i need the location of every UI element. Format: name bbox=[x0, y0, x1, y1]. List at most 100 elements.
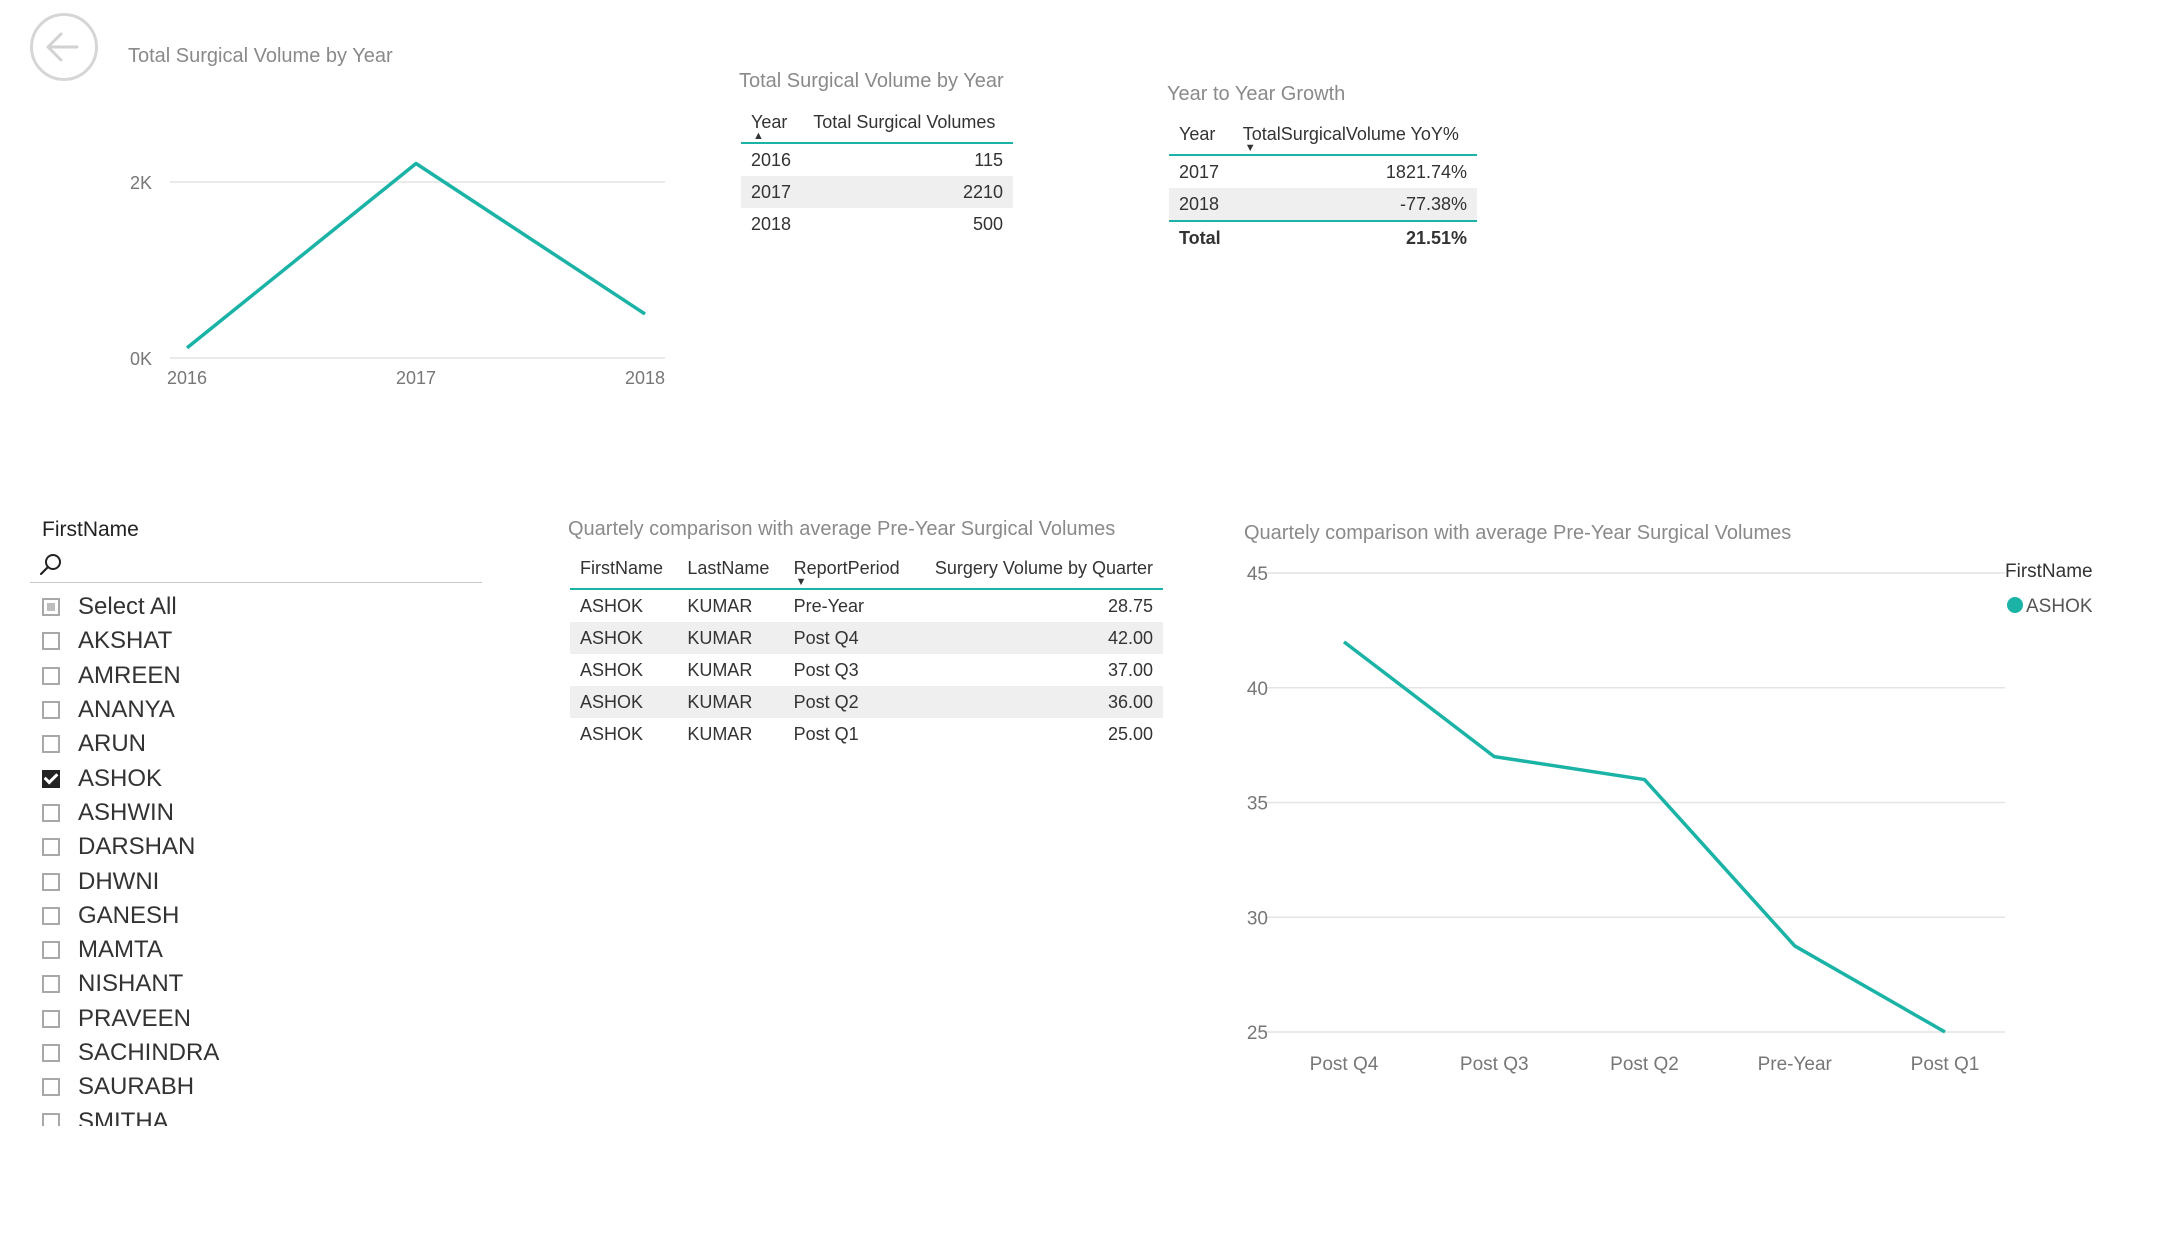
slicer-item[interactable]: SMITHA bbox=[42, 1104, 442, 1126]
slicer-item[interactable]: SACHINDRA bbox=[42, 1036, 442, 1070]
series-line bbox=[185, 161, 646, 350]
slicer-item[interactable]: PRAVEEN bbox=[42, 1002, 442, 1036]
slicer-item[interactable]: MAMTA bbox=[42, 933, 442, 967]
slicer-item[interactable]: ASHWIN bbox=[42, 796, 442, 830]
checkbox[interactable] bbox=[42, 701, 60, 720]
x-tick-label: 2016 bbox=[167, 368, 207, 388]
table-row[interactable]: 2017 2210 bbox=[741, 176, 1013, 208]
cell-volume: 115 bbox=[974, 149, 1003, 170]
col-header-label: LastName bbox=[687, 557, 770, 578]
line-chart-1[interactable]: 0K 2K 2016 2017 2018 bbox=[120, 150, 680, 400]
slicer-item-label: MAMTA bbox=[78, 936, 163, 964]
col-header-year[interactable]: Year ▲ bbox=[741, 102, 803, 143]
cell-year: 2018 bbox=[751, 213, 792, 234]
checkbox[interactable] bbox=[42, 906, 60, 925]
x-tick-label: 2018 bbox=[625, 368, 665, 388]
checkbox-checked[interactable] bbox=[42, 769, 60, 788]
back-arrow-icon bbox=[46, 32, 79, 62]
table-row[interactable]: 2016 115 bbox=[741, 143, 1013, 176]
table-growth[interactable]: Year TotalSurgicalVolume YoY% ▼ 2017 1821.… bbox=[1169, 114, 1477, 254]
cell-surgery-volume: 36.00 bbox=[1107, 691, 1153, 712]
col-header-label: ReportPeriod bbox=[793, 557, 900, 578]
col-header-label: Surgery Volume by Quarter bbox=[934, 557, 1153, 578]
slicer-item[interactable]: ANANYA bbox=[42, 693, 442, 727]
slicer-item[interactable]: DHWNI bbox=[42, 864, 442, 898]
table-row[interactable]: ASHOK KUMAR Post Q2 36.00 bbox=[570, 686, 1163, 718]
table-row[interactable]: 2017 1821.74% bbox=[1169, 155, 1477, 188]
table-row[interactable]: ASHOK KUMAR Post Q4 42.00 bbox=[570, 622, 1163, 654]
checkbox[interactable] bbox=[42, 735, 60, 754]
col-header-label: Year bbox=[751, 111, 788, 132]
slicer-item[interactable]: AKSHAT bbox=[42, 624, 442, 658]
slicer-item-label: DHWNI bbox=[78, 867, 160, 895]
checkbox[interactable] bbox=[42, 1009, 60, 1028]
slicer-item[interactable]: GANESH bbox=[42, 899, 442, 933]
slicer-item[interactable]: ASHOK bbox=[42, 761, 442, 795]
slicer-item[interactable]: Select All bbox=[42, 590, 442, 624]
line-chart-2-title: Quartely comparison with average Pre-Yea… bbox=[1244, 522, 1792, 544]
col-header-yoy[interactable]: TotalSurgicalVolume YoY% ▼ bbox=[1233, 114, 1477, 155]
table-quarterly-title: Quartely comparison with average Pre-Yea… bbox=[568, 518, 1116, 540]
slicer-search-input[interactable] bbox=[30, 548, 482, 583]
line-chart-1-title: Total Surgical Volume by Year bbox=[128, 45, 393, 67]
slicer-item[interactable]: DARSHAN bbox=[42, 830, 442, 864]
slicer-item[interactable]: ARUN bbox=[42, 727, 442, 761]
table-row[interactable]: ASHOK KUMAR Post Q1 25.00 bbox=[570, 718, 1163, 750]
cell-reportperiod: Pre-Year bbox=[793, 595, 864, 616]
checkbox[interactable] bbox=[42, 941, 60, 960]
slicer-item-label: PRAVEEN bbox=[78, 1004, 191, 1032]
legend-marker bbox=[2007, 597, 2023, 613]
y-tick-label: 40 bbox=[1247, 679, 1268, 700]
slicer-item-label: ASHOK bbox=[78, 764, 163, 792]
y-tick-label: 30 bbox=[1247, 908, 1268, 929]
slicer-item[interactable]: NISHANT bbox=[42, 967, 442, 1001]
x-tick-label: 2017 bbox=[396, 368, 436, 388]
col-header-reportperiod[interactable]: ReportPeriod ▼ bbox=[784, 548, 915, 589]
y-tick-label: 0K bbox=[130, 349, 152, 369]
checkbox[interactable] bbox=[42, 598, 60, 617]
checkbox[interactable] bbox=[42, 632, 60, 651]
cell-firstname: ASHOK bbox=[580, 691, 644, 712]
table-row[interactable]: 2018 -77.38% bbox=[1169, 188, 1477, 221]
table-row[interactable]: ASHOK KUMAR Post Q3 37.00 bbox=[570, 654, 1163, 686]
cell-volume: 500 bbox=[972, 213, 1003, 234]
col-header-year[interactable]: Year bbox=[1169, 114, 1233, 155]
col-header-surgery-volume[interactable]: Surgery Volume by Quarter bbox=[915, 548, 1163, 589]
slicer-item[interactable]: SAURABH bbox=[42, 1070, 442, 1104]
line-chart-2[interactable]: 25 30 35 40 45 Post Q4 Post Q3 Post Q2 Pre-Year P… bbox=[1220, 550, 2120, 1090]
col-header-label: TotalSurgicalVolume YoY% bbox=[1242, 123, 1459, 144]
x-tick-label: Post Q4 bbox=[1310, 1054, 1379, 1075]
slicer-list[interactable]: Select All AKSHAT AMREEN ANANYA ARUN ASHOK ASH… bbox=[42, 590, 442, 1126]
cell-year: 2018 bbox=[1179, 193, 1220, 214]
col-header-label: Total Surgical Volumes bbox=[813, 111, 996, 132]
checkbox[interactable] bbox=[42, 1044, 60, 1062]
cell-total-value: 21.51% bbox=[1232, 220, 1477, 254]
slicer-item-label: AKSHAT bbox=[78, 627, 173, 655]
slicer-item-label: SMITHA bbox=[78, 1107, 169, 1126]
y-tick-label: 45 bbox=[1247, 564, 1268, 585]
y-tick-label: 35 bbox=[1247, 794, 1268, 815]
col-header-total-surgical-volumes[interactable]: Total Surgical Volumes bbox=[803, 102, 1013, 143]
slicer-item-label: ANANYA bbox=[78, 696, 175, 724]
col-header-firstname[interactable]: FirstName bbox=[570, 548, 677, 589]
table-row[interactable]: 2018 500 bbox=[741, 208, 1013, 240]
cell-total-label: Total bbox=[1169, 220, 1233, 254]
table-quarterly[interactable]: FirstName LastName ReportPeriod ▼ Surgery… bbox=[570, 548, 1163, 750]
checkbox[interactable] bbox=[42, 838, 60, 857]
sort-down-icon: ▼ bbox=[1244, 142, 1256, 154]
checkbox[interactable] bbox=[42, 975, 60, 994]
checkbox[interactable] bbox=[42, 872, 60, 891]
table-row[interactable]: ASHOK KUMAR Pre-Year 28.75 bbox=[570, 589, 1163, 622]
cell-surgery-volume: 25.00 bbox=[1107, 723, 1153, 744]
cell-year: 2016 bbox=[751, 149, 792, 170]
cell-reportperiod: Post Q4 bbox=[793, 627, 859, 648]
checkbox[interactable] bbox=[42, 1078, 60, 1097]
col-header-lastname[interactable]: LastName bbox=[677, 548, 783, 589]
y-tick-label: 2K bbox=[130, 173, 152, 193]
checkbox[interactable] bbox=[42, 666, 60, 685]
slicer-item[interactable]: AMREEN bbox=[42, 659, 442, 693]
back-button[interactable] bbox=[30, 13, 98, 81]
checkbox[interactable] bbox=[42, 803, 60, 822]
checkbox[interactable] bbox=[42, 1112, 60, 1126]
table-year[interactable]: Year ▲ Total Surgical Volumes 2016 115 201… bbox=[741, 102, 1013, 240]
